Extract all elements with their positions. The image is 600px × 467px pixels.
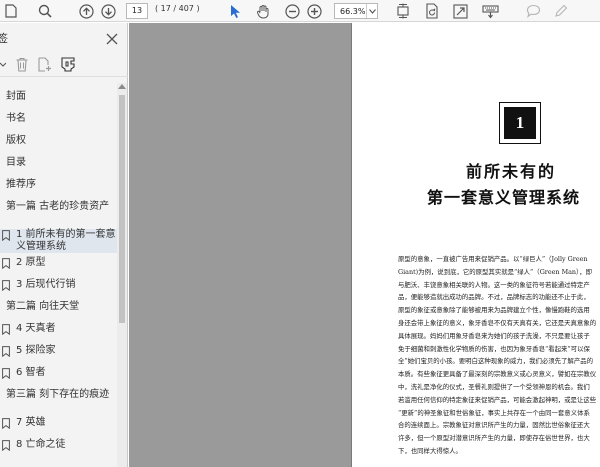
toolbar: 13 ( 17 / 407 ) 66.3%	[0, 0, 600, 22]
bookmark-label: 7 英雄	[16, 417, 46, 428]
expand-options-icon[interactable]	[0, 57, 7, 76]
delete-bookmark-icon[interactable]	[15, 57, 29, 76]
next-page-icon[interactable]	[100, 2, 116, 20]
bookmark-label: 书名	[6, 113, 26, 124]
bookmark-item[interactable]: 书名	[0, 113, 117, 127]
panel-header: 签	[0, 23, 128, 51]
bookmark-icon	[2, 418, 10, 429]
body-text-line: “更新”的神圣象征和世俗象征，事实上共存在一个由同一套意义体系	[398, 408, 590, 417]
bookmark-item[interactable]: 版权	[0, 135, 117, 149]
bookmark-item[interactable]: 1 前所未有的第一套意义管理系统	[0, 229, 117, 253]
bookmark-item[interactable]: 第一篇 古老的珍贵资产	[0, 201, 117, 225]
body-text-line: 下，也同样大得惊人。	[398, 446, 462, 455]
page-number-input[interactable]: 13	[126, 3, 148, 19]
bookmark-item[interactable]: 3 后现代行销	[0, 279, 117, 293]
bookmark-label: 8 亡命之徒	[16, 439, 66, 450]
add-bookmark-icon[interactable]	[37, 57, 52, 76]
typewriter-icon[interactable]	[481, 2, 499, 20]
bookmark-item[interactable]: 目录	[0, 157, 117, 171]
zoom-value: 66.3%	[340, 6, 366, 16]
body-text-line: 全”她们宝贝的小孩。要明白这种现象的威力，我们必须先了解产品的	[398, 357, 593, 366]
bookmark-item[interactable]: 第二篇 向往天堂	[0, 301, 117, 315]
bookmark-item[interactable]: 5 探险家	[0, 345, 117, 359]
bookmark-item[interactable]: 推荐序	[0, 179, 117, 193]
bookmark-item[interactable]: 第三篇 刻下存在的痕迹	[0, 389, 117, 413]
bookmark-label: 3 后现代行销	[16, 279, 76, 290]
bookmark-icon	[2, 368, 10, 379]
bookmark-label: 5 探险家	[16, 345, 56, 356]
body-text-line: 品，便能够造就出成功的品牌。不过，品牌标志的功能还不止于此，	[398, 293, 590, 302]
zoom-select[interactable]: 66.3%	[334, 3, 378, 19]
pen-icon[interactable]	[553, 2, 569, 20]
body-text-line: Giant)为例，说到底，它的原型其实就是“绿人”（Green Man），即	[398, 267, 593, 276]
bookmark-label: 4 天真者	[16, 323, 56, 334]
body-text-line: 许多，但一个原型对潜意识所产生的力量，即使存在俗世世界，也大	[398, 434, 590, 443]
bookmark-label: 第二篇 向往天堂	[6, 301, 80, 312]
fit-page-icon[interactable]	[395, 2, 411, 20]
bookmark-icon	[2, 346, 10, 357]
close-icon[interactable]	[106, 30, 120, 45]
chevron-down-icon[interactable]	[366, 4, 377, 18]
bookmark-item[interactable]: 8 亡命之徒	[0, 439, 117, 453]
body-text-line: 本质。有些象征更具备了最深刻的宗教意义或心灵意义，譬如在宗教仪	[398, 370, 597, 379]
chapter-number: 1	[504, 107, 536, 139]
document-icon[interactable]	[4, 2, 18, 20]
bookmark-item[interactable]: 2 原型	[0, 257, 117, 271]
panel-title: 签	[0, 32, 8, 45]
bookmark-list: 封面书名版权目录推荐序第一篇 古老的珍贵资产 1 前所未有的第一套意义管理系统 2 …	[0, 83, 117, 467]
chapter-title-line1: 前所未有的	[466, 162, 557, 181]
body-text-line: 中，洗礼是净化的仪式，圣餐礼则提供了一个受领神恩的机会。我们	[398, 382, 590, 391]
bookmark-label: 推荐序	[6, 179, 36, 190]
bookmark-item[interactable]: 封面	[0, 91, 117, 105]
bookmark-item[interactable]: 6 智者	[0, 367, 117, 381]
zoom-in-icon[interactable]	[306, 2, 322, 20]
body-text-line: 原型的意象，一直被广告用来促销产品。以“绿巨人”（Jolly Green	[398, 255, 588, 263]
zoom-out-icon[interactable]	[284, 2, 300, 20]
fullscreen-icon[interactable]	[452, 2, 468, 20]
bookmark-icon	[2, 440, 10, 451]
bookmark-label: 第一篇 古老的珍贵资产	[6, 201, 110, 212]
bookmarks-scrollbar-thumb[interactable]	[119, 95, 125, 323]
select-cursor-icon[interactable]	[228, 2, 242, 20]
hand-tool-icon[interactable]	[255, 2, 271, 20]
bookmark-label: 2 原型	[16, 257, 46, 268]
rotate-icon[interactable]	[424, 2, 440, 20]
bookmark-icon	[2, 324, 10, 335]
chapter-title-line2: 第一套意义管理系统	[427, 188, 581, 207]
bookmark-label: 目录	[6, 157, 26, 168]
bookmark-label: 6 智者	[16, 367, 46, 378]
bookmark-label: 封面	[6, 91, 26, 102]
scroll-up-arrow-icon[interactable]	[118, 84, 126, 89]
body-text-line: 身还会带上象征的意义，象牙香皂不仅有天真有关，它还是天真意象的	[398, 318, 597, 327]
body-text-line: 若滥用任何信仰的特定象征来促销产品，可能会激起神明，或是让这些	[398, 395, 597, 404]
bookmark-properties-icon[interactable]	[60, 57, 76, 76]
bookmark-item[interactable]: 4 天真者	[0, 323, 117, 337]
search-icon[interactable]	[37, 2, 53, 20]
bookmark-label: 第三篇 刻下存在的痕迹	[6, 389, 110, 400]
chapter-number-box: 1	[499, 102, 541, 144]
page-count: ( 17 / 407 )	[155, 4, 200, 13]
comment-icon[interactable]	[525, 2, 541, 20]
bookmark-icon	[2, 280, 10, 291]
bookmark-label: 1 前所未有的第一套意义管理系统	[16, 229, 116, 252]
body-text-line: 与肥沃、丰饶意象相关联的人物。这一类的象征符号若能通过特定产	[398, 280, 590, 289]
document-page[interactable]: 1 前所未有的 第一套意义管理系统 原型的意象，一直被广告用来促销产品。以“绿巨…	[351, 23, 600, 467]
bookmark-icon	[2, 230, 10, 241]
body-text-line: 合的连续面上。宗教象征对意识所产生的力量，固然比世俗象征还大	[398, 421, 590, 430]
body-text-line: 原型的象征或意象除了能够被用来为品牌建立个性，像慢跑鞋的选用	[398, 306, 590, 315]
prev-page-icon[interactable]	[78, 2, 94, 20]
body-text-line: 免于细菌和刺激性化学物质的伤害，也因为象牙香皂“看起来”可以保	[398, 344, 590, 353]
bookmark-label: 版权	[6, 135, 26, 146]
body-text-line: 具体展现。妈妈们用象牙香皂来为她们的孩子洗澡，不只是要让孩子	[398, 331, 590, 340]
bookmark-toolbar	[0, 53, 128, 77]
chapter-body-text: 原型的意象，一直被广告用来促销产品。以“绿巨人”（Jolly Green Gian…	[398, 253, 600, 458]
bookmark-icon	[2, 258, 10, 269]
bookmark-item[interactable]: 7 英雄	[0, 417, 117, 431]
